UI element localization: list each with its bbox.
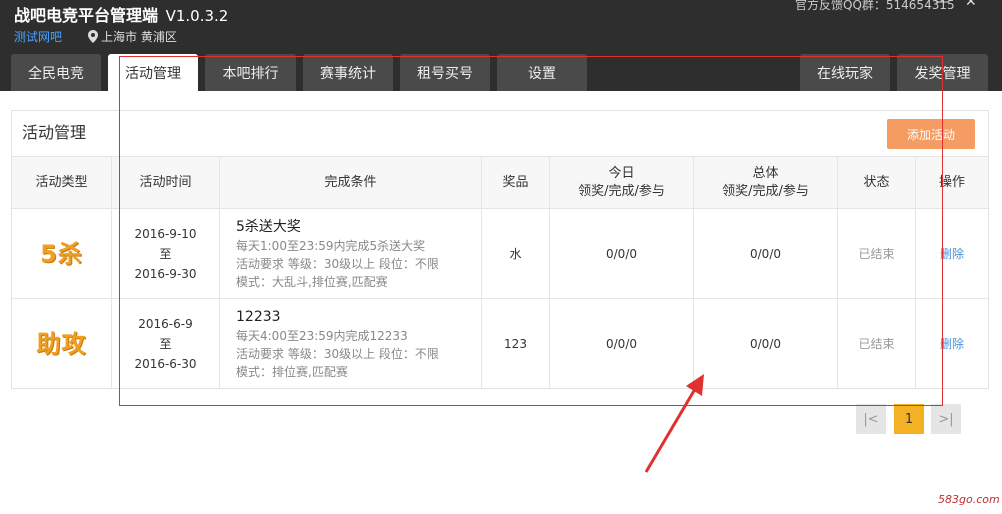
table-header: 活动类型 活动时间 完成条件 奖品 今日 领奖/完成/参与 总体 领奖/完成/参…: [12, 156, 988, 209]
page-number-button[interactable]: 1: [894, 404, 924, 434]
header-total: 总体 领奖/完成/参与: [694, 157, 838, 208]
today-stats: 0/0/0: [550, 299, 694, 388]
feedback-qq-group: 官方反馈QQ群：514654315: [795, 0, 955, 12]
header-condition: 完成条件: [220, 157, 482, 208]
app-header: 战吧电竞平台管理端 V1.0.3.2 测试网吧 上海市 黄浦区 官方反馈QQ群：…: [0, 0, 1002, 91]
status-text: 已结束: [838, 299, 916, 388]
completion-condition: 12233 每天4:00至23:59内完成12233 活动要求 等级：30级以上…: [220, 299, 482, 388]
activity-name: 12233: [236, 308, 281, 325]
today-stats: 0/0/0: [550, 209, 694, 298]
type-logo: 5杀: [12, 209, 112, 298]
activity-time: 2016-9-10 至 2016-9-30: [112, 209, 220, 298]
table-row: 5杀 2016-9-10 至 2016-9-30 5杀送大奖 每天1:00至23…: [12, 209, 988, 299]
prize: 水: [482, 209, 550, 298]
header-time: 活动时间: [112, 157, 220, 208]
last-page-button[interactable]: >|: [931, 404, 961, 434]
assist-logo: 助攻: [36, 329, 87, 358]
total-stats: 0/0/0: [694, 209, 838, 298]
header-action: 操作: [938, 174, 965, 190]
total-stats: 0/0/0: [694, 299, 838, 388]
tab-本吧排行[interactable]: 本吧排行: [205, 54, 296, 91]
cafe-name-link[interactable]: 测试网吧: [14, 28, 62, 45]
prize: 123: [482, 299, 550, 388]
header-prize: 奖品: [482, 157, 550, 208]
tab-发奖管理[interactable]: 发奖管理: [897, 54, 988, 91]
delete-link[interactable]: 删除: [940, 244, 964, 264]
action-cell: 删除: [916, 299, 988, 388]
activity-panel: 活动管理 添加活动 活动类型 活动时间 完成条件 奖品 今日 领奖/完成/参与 …: [11, 110, 989, 389]
app-title-text: 战吧电竞平台管理端: [14, 6, 159, 25]
location: 上海市 黄浦区: [88, 28, 177, 45]
location-text: 上海市 黄浦区: [101, 30, 177, 44]
app-version: V1.0.3.2: [165, 7, 229, 25]
minimize-button[interactable]: —: [935, 0, 949, 10]
panel-title: 活动管理: [22, 123, 87, 142]
activity-time: 2016-6-9 至 2016-6-30: [112, 299, 220, 388]
delete-link[interactable]: 删除: [940, 334, 964, 354]
close-button[interactable]: ✕: [965, 0, 977, 10]
activity-name: 5杀送大奖: [236, 218, 301, 235]
penta-kill-logo: 5杀: [40, 239, 83, 268]
type-logo: 助攻: [12, 299, 112, 388]
main-tabs: 全民电竞 活动管理 本吧排行 赛事统计 租号买号 设置 在线玩家 发奖管理: [0, 54, 1002, 91]
tab-全民电竞[interactable]: 全民电竞: [11, 54, 101, 91]
first-page-button[interactable]: |<: [856, 404, 886, 434]
add-activity-button[interactable]: 添加活动: [887, 119, 975, 149]
header-type: 活动类型: [12, 157, 112, 208]
tab-赛事统计[interactable]: 赛事统计: [303, 54, 393, 91]
header-today: 今日 领奖/完成/参与: [550, 157, 694, 208]
tab-设置[interactable]: 设置: [497, 54, 587, 91]
watermark: 583go.com: [938, 493, 1000, 506]
tab-在线玩家[interactable]: 在线玩家: [800, 54, 890, 91]
completion-condition: 5杀送大奖 每天1:00至23:59内完成5杀送大奖 活动要求 等级：30级以上…: [220, 209, 482, 298]
header-status: 状态: [838, 157, 916, 208]
status-text: 已结束: [838, 209, 916, 298]
table-row: 助攻 2016-6-9 至 2016-6-30 12233 每天4:00至23:…: [12, 299, 988, 389]
app-title: 战吧电竞平台管理端 V1.0.3.2: [14, 2, 228, 26]
location-pin-icon: [88, 30, 98, 43]
tab-活动管理[interactable]: 活动管理: [108, 54, 198, 91]
tab-租号买号[interactable]: 租号买号: [400, 54, 490, 91]
action-cell: 删除: [916, 209, 988, 298]
